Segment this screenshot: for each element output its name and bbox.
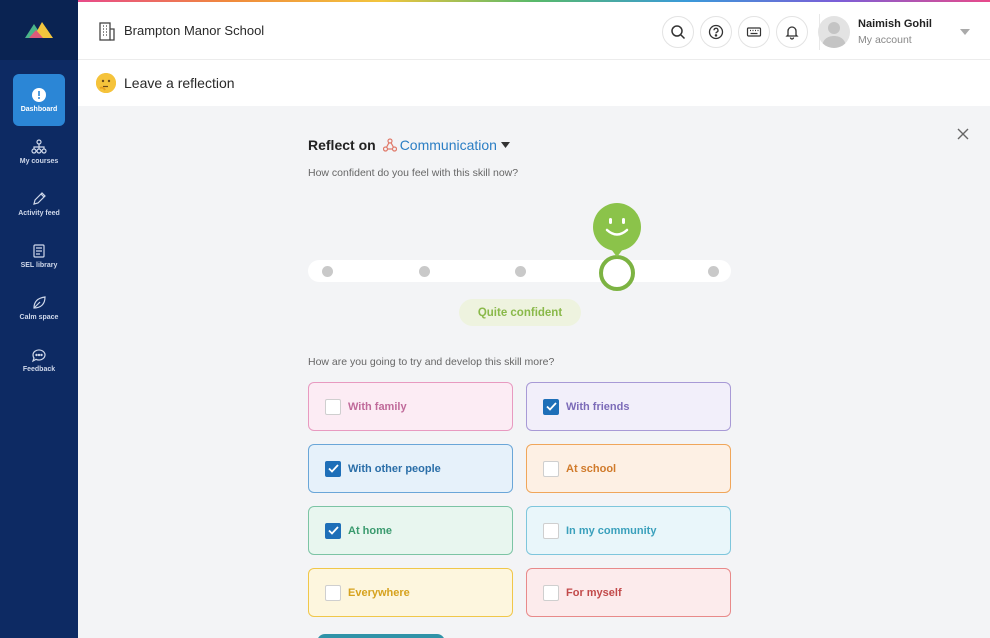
- search-button[interactable]: [662, 16, 694, 48]
- option-everywhere[interactable]: Everywhere: [308, 568, 513, 617]
- account-menu[interactable]: Naimish Gohil My account: [818, 16, 970, 48]
- checkbox[interactable]: [543, 584, 559, 601]
- option-with-family[interactable]: With family: [308, 382, 513, 431]
- user-silhouette-icon: [822, 22, 847, 48]
- checkbox[interactable]: [325, 584, 341, 601]
- help-button[interactable]: [700, 16, 732, 48]
- checkmark-icon: [545, 402, 557, 411]
- option-label: Everywhere: [348, 586, 410, 599]
- close-icon[interactable]: [956, 127, 970, 141]
- account-name: Naimish Gohil: [858, 18, 932, 30]
- sidebar-item-label: Dashboard: [20, 106, 58, 113]
- confidence-step-5[interactable]: [708, 266, 719, 277]
- dashboard-icon: [32, 88, 46, 102]
- pencil-icon: [33, 192, 46, 205]
- leaf-icon: [33, 296, 46, 309]
- mountain-logo-icon: [25, 22, 53, 38]
- chevron-down-icon: [960, 29, 970, 35]
- option-label: At home: [348, 524, 392, 537]
- checkbox[interactable]: [543, 460, 559, 477]
- sidebar-item-sel-library[interactable]: SEL library: [13, 230, 65, 282]
- checkmark-icon: [327, 464, 339, 473]
- school-name: Brampton Manor School: [124, 23, 265, 38]
- sidebar-item-my-courses[interactable]: My courses: [13, 126, 65, 178]
- checkbox-checked[interactable]: [325, 522, 341, 539]
- option-label: At school: [566, 462, 617, 475]
- skill-dropdown[interactable]: Communication: [400, 137, 497, 153]
- sidebar-item-calm-space[interactable]: Calm space: [13, 282, 65, 334]
- development-options: With family With friends With other people…: [308, 382, 731, 617]
- option-for-myself[interactable]: For myself: [526, 568, 731, 617]
- option-with-other-people[interactable]: With other people: [308, 444, 513, 493]
- account-subtitle: My account: [858, 34, 912, 46]
- app-logo[interactable]: [0, 0, 78, 60]
- option-label: With friends: [566, 400, 630, 413]
- sidebar-item-dashboard[interactable]: Dashboard: [13, 74, 65, 126]
- sidebar: Dashboard My courses Activity feed SEL l…: [0, 0, 78, 638]
- confidence-level-label: Quite confident: [459, 299, 581, 326]
- keyboard-button[interactable]: [738, 16, 770, 48]
- confidence-question: How confident do you feel with this skil…: [308, 167, 519, 179]
- option-at-home[interactable]: At home: [308, 506, 513, 555]
- notifications-button[interactable]: [776, 16, 808, 48]
- develop-question: How are you going to try and develop thi…: [308, 356, 555, 368]
- communication-skill-icon: [382, 138, 397, 152]
- sidebar-item-label: Calm space: [19, 314, 59, 321]
- option-label: With other people: [348, 462, 441, 475]
- sidebar-item-label: Feedback: [22, 366, 56, 373]
- library-icon: [33, 244, 45, 258]
- checkbox-checked[interactable]: [543, 398, 559, 415]
- page-title: Leave a reflection: [124, 75, 235, 91]
- help-icon: [708, 24, 724, 40]
- courses-icon: [31, 139, 47, 154]
- sidebar-item-label: Activity feed: [18, 210, 60, 217]
- thinking-face-icon: [96, 73, 116, 93]
- sidebar-item-activity-feed[interactable]: Activity feed: [13, 178, 65, 230]
- sidebar-item-label: SEL library: [20, 262, 58, 269]
- reflect-on-label: Reflect on: [308, 137, 376, 153]
- submit-button[interactable]: [317, 634, 445, 638]
- chat-icon: [31, 349, 46, 363]
- school-selector[interactable]: Brampton Manor School: [98, 21, 264, 41]
- checkbox-checked[interactable]: [325, 460, 341, 477]
- option-label: For myself: [566, 586, 622, 599]
- confidence-step-3[interactable]: [515, 266, 526, 277]
- chevron-down-icon[interactable]: [500, 142, 510, 148]
- checkmark-icon: [327, 526, 339, 535]
- confidence-step-2[interactable]: [419, 266, 430, 277]
- sidebar-item-label: My courses: [19, 158, 59, 165]
- sidebar-item-feedback[interactable]: Feedback: [13, 334, 65, 386]
- top-header: Brampton Manor School Naimish Gohil My a…: [78, 2, 990, 60]
- option-label: With family: [348, 400, 407, 413]
- building-icon: [99, 21, 115, 41]
- reflect-on-row: Reflect on Communication: [308, 137, 731, 153]
- smiley-face-icon: [593, 203, 641, 257]
- avatar: [818, 16, 851, 48]
- search-icon: [671, 25, 686, 40]
- reflection-form: Reflect on Communication How confident d…: [308, 106, 731, 617]
- checkbox[interactable]: [543, 522, 559, 539]
- option-label: In my community: [566, 524, 657, 537]
- bell-icon: [785, 26, 799, 40]
- checkbox[interactable]: [325, 398, 341, 415]
- option-with-friends[interactable]: With friends: [526, 382, 731, 431]
- option-at-school[interactable]: At school: [526, 444, 731, 493]
- confidence-step-1[interactable]: [322, 266, 333, 277]
- confidence-slider-handle[interactable]: [599, 255, 635, 291]
- keyboard-icon: [746, 27, 762, 37]
- page-header: Leave a reflection: [78, 60, 990, 106]
- option-in-my-community[interactable]: In my community: [526, 506, 731, 555]
